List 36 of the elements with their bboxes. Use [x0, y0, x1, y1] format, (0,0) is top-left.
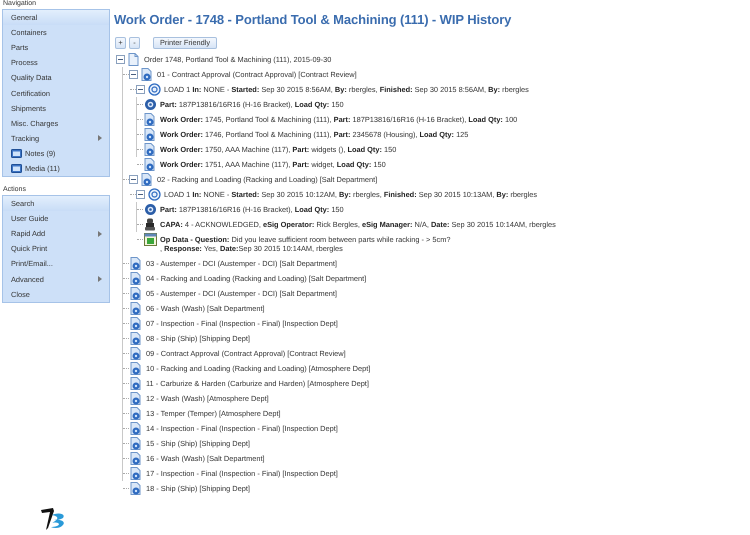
document-gear-icon [144, 128, 157, 141]
collapse-toggle[interactable] [129, 70, 138, 79]
submenu-arrow-icon [98, 230, 102, 237]
document-gear-icon [130, 467, 143, 480]
document-gear-icon [130, 362, 143, 375]
document-gear-icon [130, 377, 143, 390]
document-gear-icon [130, 302, 143, 315]
document-gear-icon [130, 257, 143, 270]
document-gear-icon [130, 347, 143, 360]
collapse-toggle[interactable] [136, 190, 145, 199]
window-icon [11, 148, 22, 158]
document-icon [128, 53, 141, 66]
document-gear-icon [130, 422, 143, 435]
collapse-toggle[interactable] [129, 175, 138, 184]
document-gear-icon [130, 332, 143, 345]
document-gear-icon [144, 143, 157, 156]
document-gear-icon [141, 68, 154, 81]
page-title: Work Order - 1748 - Portland Tool & Machining (111) - WIP History [114, 12, 512, 28]
collapse-toggle[interactable] [116, 55, 125, 64]
document-gear-icon [130, 482, 143, 495]
document-gear-icon [130, 272, 143, 285]
document-gear-icon [130, 392, 143, 405]
document-gear-icon [130, 317, 143, 330]
document-gear-icon [144, 113, 157, 126]
submenu-arrow-icon [98, 276, 102, 282]
document-gear-icon [130, 437, 143, 450]
document-gear-icon [141, 173, 154, 186]
document-gear-icon [144, 158, 157, 171]
document-gear-icon [130, 287, 143, 300]
document-gear-icon [130, 407, 143, 420]
collapse-toggle[interactable] [136, 85, 145, 94]
stamp-icon [144, 218, 157, 231]
submenu-arrow-icon [98, 135, 102, 142]
chart-window-icon [144, 233, 157, 246]
document-gear-icon [130, 452, 143, 465]
window-icon [11, 164, 22, 173]
